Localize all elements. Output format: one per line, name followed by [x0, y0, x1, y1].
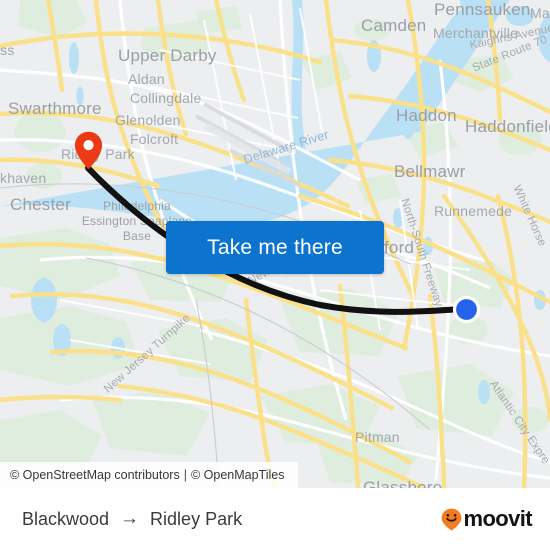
moovit-pin-icon — [442, 508, 462, 531]
arrow-right-icon: → — [120, 508, 140, 529]
moovit-wordmark: moovit — [463, 506, 532, 531]
destination-dot-icon[interactable] — [452, 295, 481, 324]
trip-origin: Blackwood — [22, 508, 110, 529]
attribution-osm[interactable]: © OpenStreetMap contributors — [10, 468, 180, 482]
attribution-separator: | — [183, 468, 187, 482]
take-me-there-label: Take me there — [207, 235, 343, 259]
moovit-logo[interactable]: moovit — [441, 506, 533, 532]
attribution-openmaptiles[interactable]: © OpenMapTiles — [191, 468, 285, 482]
moovit-map-screen: Swarthmore Upper Darby Chester Camden Ha… — [0, 0, 550, 550]
map-canvas[interactable]: Swarthmore Upper Darby Chester Camden Ha… — [0, 0, 550, 488]
trip-summary: Blackwood → Ridley Park — [22, 508, 242, 530]
map-attribution: © OpenStreetMap contributors | © OpenMap… — [0, 462, 299, 488]
footer-bar: Blackwood → Ridley Park moovit — [0, 488, 550, 550]
origin-map-pin-icon[interactable] — [74, 131, 103, 170]
take-me-there-button[interactable]: Take me there — [166, 221, 384, 274]
trip-destination: Ridley Park — [150, 508, 243, 529]
